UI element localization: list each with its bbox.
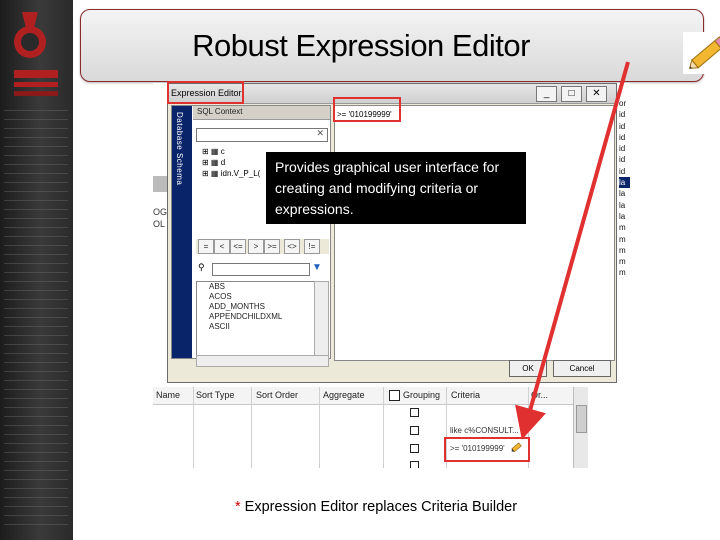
footnote-text: Expression Editor replaces Criteria Buil… xyxy=(240,499,518,515)
footnote: * Expression Editor replaces Criteria Bu… xyxy=(235,499,517,515)
pointer-arrows xyxy=(515,61,630,440)
arrow-to-criteria xyxy=(515,61,630,440)
